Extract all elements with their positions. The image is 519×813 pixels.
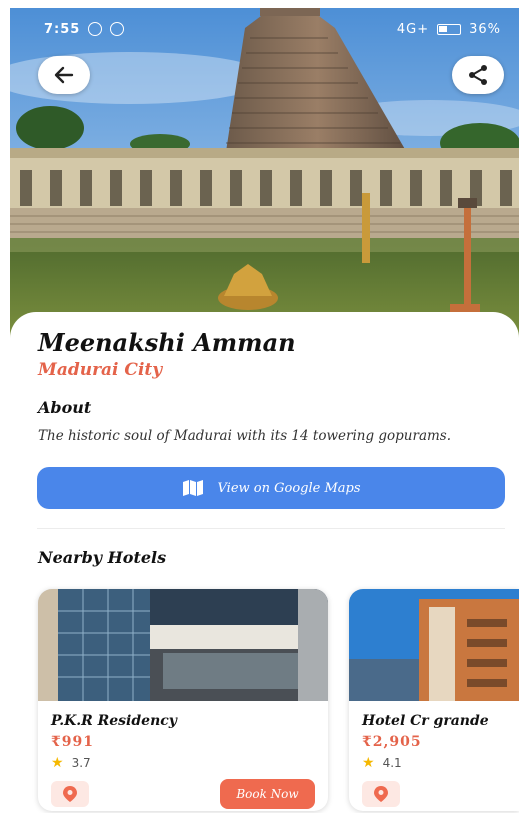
nearby-hotels-heading: Nearby Hotels <box>38 548 167 567</box>
hotel-card[interactable]: P.K.R Residency ₹991 ★ 3.7 Book Now <box>38 589 328 811</box>
hotel-rating: ★ 3.7 <box>51 755 91 771</box>
hotel-card[interactable]: Hotel Cr grande ₹2,905 ★ 4.1 <box>349 589 519 811</box>
hotel-image <box>349 589 519 701</box>
hotel-name: Hotel Cr grande <box>362 713 489 729</box>
hotel-price: ₹991 <box>51 734 94 750</box>
status-bar: 7:55 4G+ 36% <box>10 8 519 50</box>
rating-value: 3.7 <box>71 756 91 770</box>
star-icon: ★ <box>51 755 64 771</box>
location-button[interactable] <box>51 781 89 807</box>
maps-button-label: View on Google Maps <box>217 480 361 496</box>
arrow-left-icon <box>54 66 74 84</box>
location-pin-icon <box>63 786 77 802</box>
place-city: Madurai City <box>38 360 163 380</box>
about-text: The historic soul of Madurai with its 14… <box>38 428 452 444</box>
share-icon <box>469 65 487 85</box>
whatsapp-icon <box>88 22 103 36</box>
status-time: 7:55 <box>44 21 81 37</box>
divider <box>37 528 505 529</box>
location-button[interactable] <box>362 781 400 807</box>
hotel-rating: ★ 4.1 <box>362 755 402 771</box>
book-now-button[interactable]: Book Now <box>220 779 315 809</box>
map-icon <box>182 480 203 496</box>
network-type: 4G+ <box>396 21 430 37</box>
battery-percent: 36% <box>469 21 501 37</box>
back-button[interactable] <box>38 56 90 94</box>
battery-icon <box>437 23 462 35</box>
view-on-google-maps-button[interactable]: View on Google Maps <box>37 467 505 509</box>
about-heading: About <box>38 398 92 417</box>
rating-value: 4.1 <box>382 756 402 770</box>
location-pin-icon <box>374 786 388 802</box>
hotel-price: ₹2,905 <box>362 734 422 750</box>
share-button[interactable] <box>452 56 504 94</box>
place-title: Meenakshi Amman <box>38 328 296 357</box>
whatsapp-icon <box>110 22 125 36</box>
hero-image <box>10 8 519 338</box>
star-icon: ★ <box>362 755 375 771</box>
hotel-image <box>38 589 328 701</box>
hotel-name: P.K.R Residency <box>51 713 177 729</box>
